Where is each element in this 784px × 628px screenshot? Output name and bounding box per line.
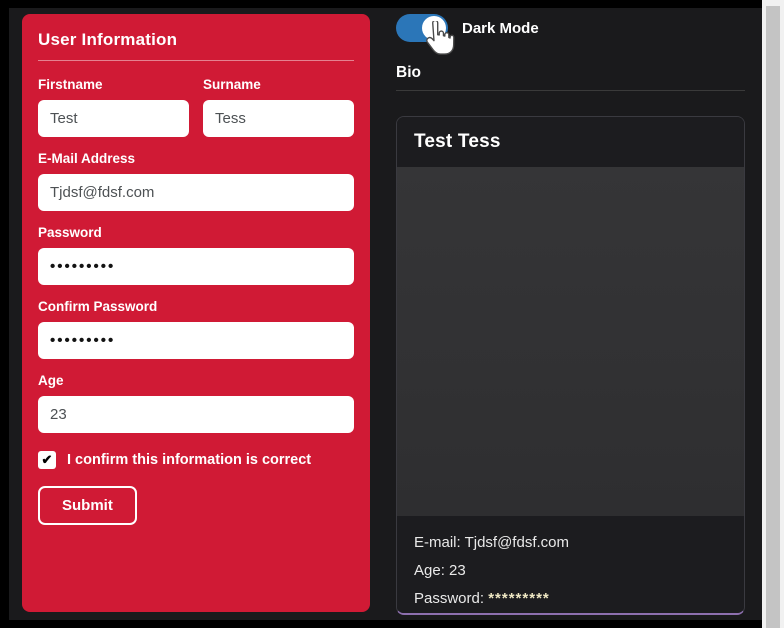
confirm-password-input[interactable] — [38, 322, 354, 359]
age-input[interactable] — [38, 396, 354, 433]
surname-field-group: Surname — [203, 63, 354, 137]
bio-password-row: Password: ********* — [414, 589, 727, 608]
vertical-scrollbar[interactable] — [762, 0, 784, 628]
dark-mode-row: Dark Mode — [396, 14, 745, 42]
toggle-knob-icon — [422, 16, 446, 40]
firstname-input[interactable] — [38, 100, 189, 137]
age-field-group: Age — [38, 373, 354, 433]
dark-mode-toggle[interactable] — [396, 14, 448, 42]
bio-divider — [396, 90, 745, 91]
bio-email-value: Tjdsf@fdsf.com — [465, 534, 569, 551]
panel-title: User Information — [38, 30, 354, 50]
bio-email-label: E-mail: — [414, 534, 465, 551]
bio-card-title: Test Tess — [414, 131, 501, 153]
page-background: User Information Firstname Surname E-Mai… — [9, 8, 762, 620]
password-label: Password — [38, 225, 354, 240]
bio-card: Test Tess E-mail: Tjdsf@fdsf.com Age: 23… — [396, 116, 745, 615]
password-field-group: Password — [38, 225, 354, 285]
surname-label: Surname — [203, 77, 354, 92]
bio-card-body — [397, 167, 744, 516]
dark-mode-label: Dark Mode — [462, 20, 539, 37]
confirm-checkbox[interactable]: ✔ — [38, 451, 56, 469]
scrollbar-thumb[interactable] — [766, 6, 780, 628]
confirm-password-field-group: Confirm Password — [38, 299, 354, 359]
panel-title-divider — [38, 60, 354, 61]
firstname-label: Firstname — [38, 77, 189, 92]
bio-password-label: Password: — [414, 590, 488, 607]
bio-column: Dark Mode Bio Test Tess E-mail: Tjdsf@fd… — [396, 8, 745, 620]
bio-age-label: Age: — [414, 562, 449, 579]
bio-card-footer: E-mail: Tjdsf@fdsf.com Age: 23 Password:… — [397, 516, 744, 613]
password-input[interactable] — [38, 248, 354, 285]
user-information-panel: User Information Firstname Surname E-Mai… — [22, 14, 370, 612]
firstname-field-group: Firstname — [38, 63, 189, 137]
submit-button[interactable]: Submit — [38, 486, 137, 525]
confirm-checkbox-label: I confirm this information is correct — [67, 452, 311, 468]
confirm-password-label: Confirm Password — [38, 299, 354, 314]
bio-email-row: E-mail: Tjdsf@fdsf.com — [414, 533, 727, 552]
bio-age-value: 23 — [449, 562, 466, 579]
email-input[interactable] — [38, 174, 354, 211]
confirm-checkbox-row: ✔ I confirm this information is correct — [38, 451, 354, 469]
bio-password-masked-value: ********* — [488, 590, 550, 607]
bio-card-header: Test Tess — [397, 117, 744, 167]
checkbox-check-icon: ✔ — [42, 452, 53, 468]
bio-heading: Bio — [396, 64, 745, 82]
age-label: Age — [38, 373, 354, 388]
email-field-group: E-Mail Address — [38, 151, 354, 211]
surname-input[interactable] — [203, 100, 354, 137]
bio-age-row: Age: 23 — [414, 561, 727, 580]
email-label: E-Mail Address — [38, 151, 354, 166]
